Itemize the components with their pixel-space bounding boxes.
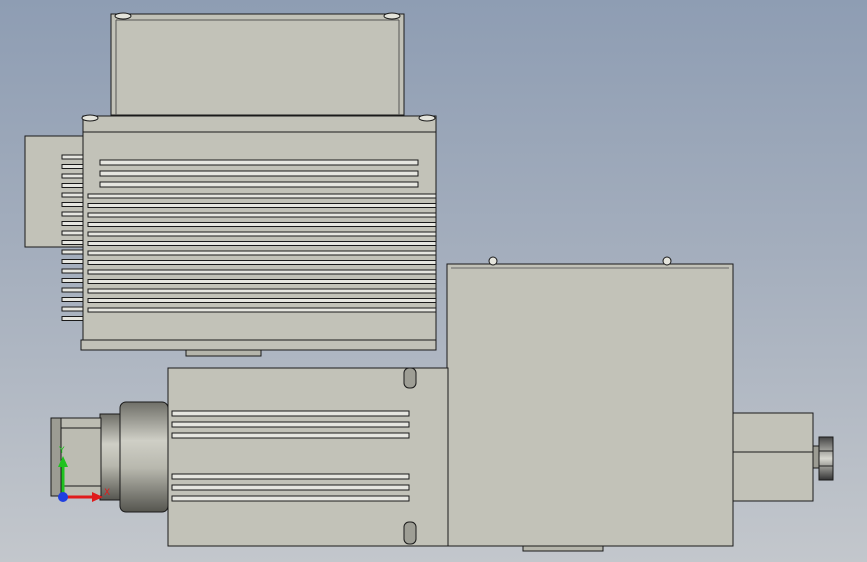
lower-fin	[171, 495, 410, 502]
side-connector-block	[24, 135, 84, 248]
fin-tab	[61, 240, 84, 245]
cad-model-drawing[interactable]: Y X	[0, 0, 867, 562]
fin-tab	[61, 297, 84, 302]
fin-tab	[61, 202, 84, 207]
finned-motor-housing	[61, 114, 437, 357]
fin-tab	[61, 183, 84, 188]
cooling-fin	[99, 170, 419, 177]
gearbox-block	[446, 256, 734, 552]
lower-fin	[171, 484, 410, 491]
triad-z-axis	[58, 492, 68, 502]
fin-tab	[61, 287, 84, 293]
fin-tab	[61, 164, 84, 169]
cooling-fins	[87, 159, 437, 313]
cooling-fin	[87, 260, 437, 265]
cooling-fin	[99, 159, 419, 166]
lower-motor-body	[167, 367, 449, 547]
cooling-fin	[87, 241, 437, 246]
cooling-fin	[87, 279, 437, 284]
lower-fins-top	[171, 410, 410, 439]
cooling-fin	[87, 298, 437, 303]
lower-fin	[171, 473, 410, 480]
cooling-fin	[87, 250, 437, 256]
cooling-fin	[87, 193, 437, 199]
cooling-fin	[87, 307, 437, 313]
cooling-fin	[87, 222, 437, 227]
fin-tab	[61, 268, 84, 274]
top-cover-box	[110, 12, 405, 116]
cooling-fin	[87, 231, 437, 237]
fin-tab	[61, 211, 84, 217]
fin-tab	[61, 230, 84, 236]
cad-graphics-viewport[interactable]: Y X	[0, 0, 867, 562]
fin-tab	[61, 221, 84, 226]
cooling-fin	[87, 203, 437, 208]
fin-tab	[61, 259, 84, 264]
lower-fins-bottom	[171, 473, 410, 502]
lower-fin	[171, 410, 410, 417]
fin-tab	[61, 306, 84, 312]
fin-tab	[61, 192, 84, 198]
fin-tab	[61, 278, 84, 283]
fin-tab	[61, 249, 84, 255]
cooling-fin	[99, 181, 419, 188]
output-shaft	[732, 412, 834, 502]
triad-y-label: Y	[58, 446, 65, 456]
lower-fin	[171, 421, 410, 428]
fin-tab	[61, 316, 84, 321]
cooling-fin	[87, 269, 437, 275]
fin-tab	[61, 154, 84, 160]
lower-fin	[171, 432, 410, 439]
fin-tab	[61, 173, 84, 179]
cooling-fin	[87, 212, 437, 218]
triad-x-label: X	[104, 488, 110, 498]
cooling-fin	[87, 288, 437, 294]
